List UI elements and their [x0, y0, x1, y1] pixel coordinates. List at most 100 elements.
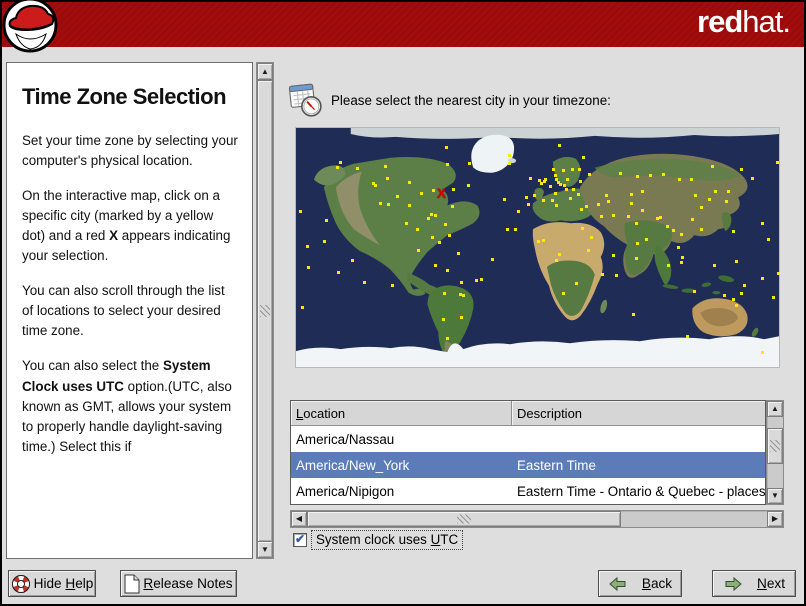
city-dot[interactable]	[383, 164, 387, 168]
city-dot[interactable]	[532, 193, 536, 197]
city-dot[interactable]	[442, 318, 446, 322]
city-dot[interactable]	[339, 161, 343, 165]
city-dot[interactable]	[569, 197, 573, 201]
city-dot[interactable]	[514, 227, 518, 231]
city-dot[interactable]	[525, 196, 529, 200]
city-dot[interactable]	[640, 189, 644, 193]
city-dot[interactable]	[611, 213, 615, 217]
city-dot[interactable]	[627, 214, 631, 218]
city-dot[interactable]	[563, 184, 567, 188]
city-dot[interactable]	[558, 253, 562, 257]
city-dot[interactable]	[777, 271, 781, 275]
city-dot[interactable]	[373, 184, 377, 188]
scroll-up-button[interactable]: ▲	[257, 63, 273, 80]
city-dot[interactable]	[578, 167, 582, 171]
release-notes-button[interactable]: Release Notes	[120, 570, 237, 597]
city-dot[interactable]	[690, 217, 694, 221]
city-dot[interactable]	[446, 269, 450, 273]
scroll-right-button[interactable]: ▶	[767, 511, 783, 527]
city-dot[interactable]	[541, 198, 545, 202]
city-dot[interactable]	[727, 190, 731, 194]
column-header-location[interactable]: Location	[291, 401, 512, 426]
city-dot[interactable]	[640, 209, 644, 213]
scroll-down-button[interactable]: ▼	[257, 541, 273, 558]
city-dot[interactable]	[711, 165, 715, 169]
system-clock-utc-checkbox[interactable]	[293, 532, 307, 547]
city-dot[interactable]	[600, 214, 604, 218]
back-button[interactable]: Back	[598, 570, 682, 597]
city-dot[interactable]	[379, 202, 383, 206]
city-dot[interactable]	[527, 202, 531, 206]
city-dot[interactable]	[336, 270, 340, 274]
scroll-down-button[interactable]: ▼	[767, 488, 783, 504]
city-dot[interactable]	[551, 198, 555, 202]
city-dot[interactable]	[644, 238, 648, 242]
city-dot[interactable]	[556, 181, 560, 185]
list-vertical-scrollbar[interactable]: ▲ ▼	[766, 400, 784, 505]
city-dot[interactable]	[549, 184, 553, 188]
city-dot[interactable]	[631, 312, 635, 316]
city-dot[interactable]	[775, 161, 779, 165]
city-dot[interactable]	[584, 205, 588, 209]
city-dot[interactable]	[562, 292, 566, 296]
city-dot[interactable]	[554, 173, 558, 177]
city-dot[interactable]	[426, 216, 430, 220]
city-dot[interactable]	[542, 238, 546, 242]
scrollbar-thumb[interactable]	[257, 80, 273, 542]
city-dot[interactable]	[601, 272, 605, 276]
city-dot[interactable]	[467, 162, 471, 166]
city-dot[interactable]	[508, 162, 512, 166]
city-dot[interactable]	[431, 189, 435, 193]
city-dot[interactable]	[666, 225, 670, 229]
city-dot[interactable]	[750, 177, 754, 181]
city-dot[interactable]	[724, 200, 728, 204]
city-dot[interactable]	[446, 337, 450, 341]
city-dot[interactable]	[445, 162, 449, 166]
table-row[interactable]: America/Nipigon Eastern Time - Ontario & …	[291, 478, 765, 504]
city-dot[interactable]	[430, 235, 434, 239]
city-dot[interactable]	[387, 203, 391, 207]
city-dot[interactable]	[680, 255, 684, 259]
city-dot[interactable]	[587, 173, 591, 177]
city-dot[interactable]	[555, 203, 559, 207]
city-dot[interactable]	[699, 228, 703, 232]
city-dot[interactable]	[742, 284, 746, 288]
city-dot[interactable]	[456, 251, 460, 255]
city-dot[interactable]	[407, 181, 411, 185]
city-dot[interactable]	[693, 290, 697, 294]
city-dot[interactable]	[438, 241, 441, 245]
city-dot[interactable]	[551, 167, 555, 171]
city-dot[interactable]	[676, 245, 680, 249]
city-dot[interactable]	[434, 263, 438, 267]
city-dot[interactable]	[307, 265, 311, 269]
city-dot[interactable]	[614, 274, 618, 278]
help-scrollbar[interactable]: ▲ ▼	[256, 62, 274, 559]
city-dot[interactable]	[618, 171, 622, 175]
city-dot[interactable]	[576, 193, 580, 196]
city-dot[interactable]	[680, 233, 684, 237]
city-dot[interactable]	[450, 204, 454, 208]
city-dot[interactable]	[325, 219, 329, 223]
city-dot[interactable]	[417, 248, 421, 252]
city-dot[interactable]	[363, 280, 367, 284]
city-dot[interactable]	[630, 192, 634, 196]
next-button[interactable]: Next	[712, 570, 796, 597]
city-dot[interactable]	[322, 240, 326, 244]
city-dot[interactable]	[356, 166, 360, 170]
city-dot[interactable]	[677, 177, 681, 181]
city-dot[interactable]	[447, 233, 451, 237]
city-dot[interactable]	[630, 201, 634, 205]
city-dot[interactable]	[570, 167, 574, 171]
table-row[interactable]: America/New_York Eastern Time	[291, 452, 765, 478]
column-header-description[interactable]: Description	[512, 401, 765, 426]
city-dot[interactable]	[740, 292, 744, 296]
city-dot[interactable]	[416, 228, 420, 232]
city-dot[interactable]	[648, 174, 652, 178]
city-dot[interactable]	[772, 296, 776, 300]
city-dot[interactable]	[662, 173, 666, 177]
city-dot[interactable]	[689, 178, 693, 182]
city-dot[interactable]	[634, 257, 638, 261]
city-dot[interactable]	[396, 194, 400, 198]
city-dot[interactable]	[739, 168, 743, 172]
city-dot[interactable]	[589, 235, 593, 239]
